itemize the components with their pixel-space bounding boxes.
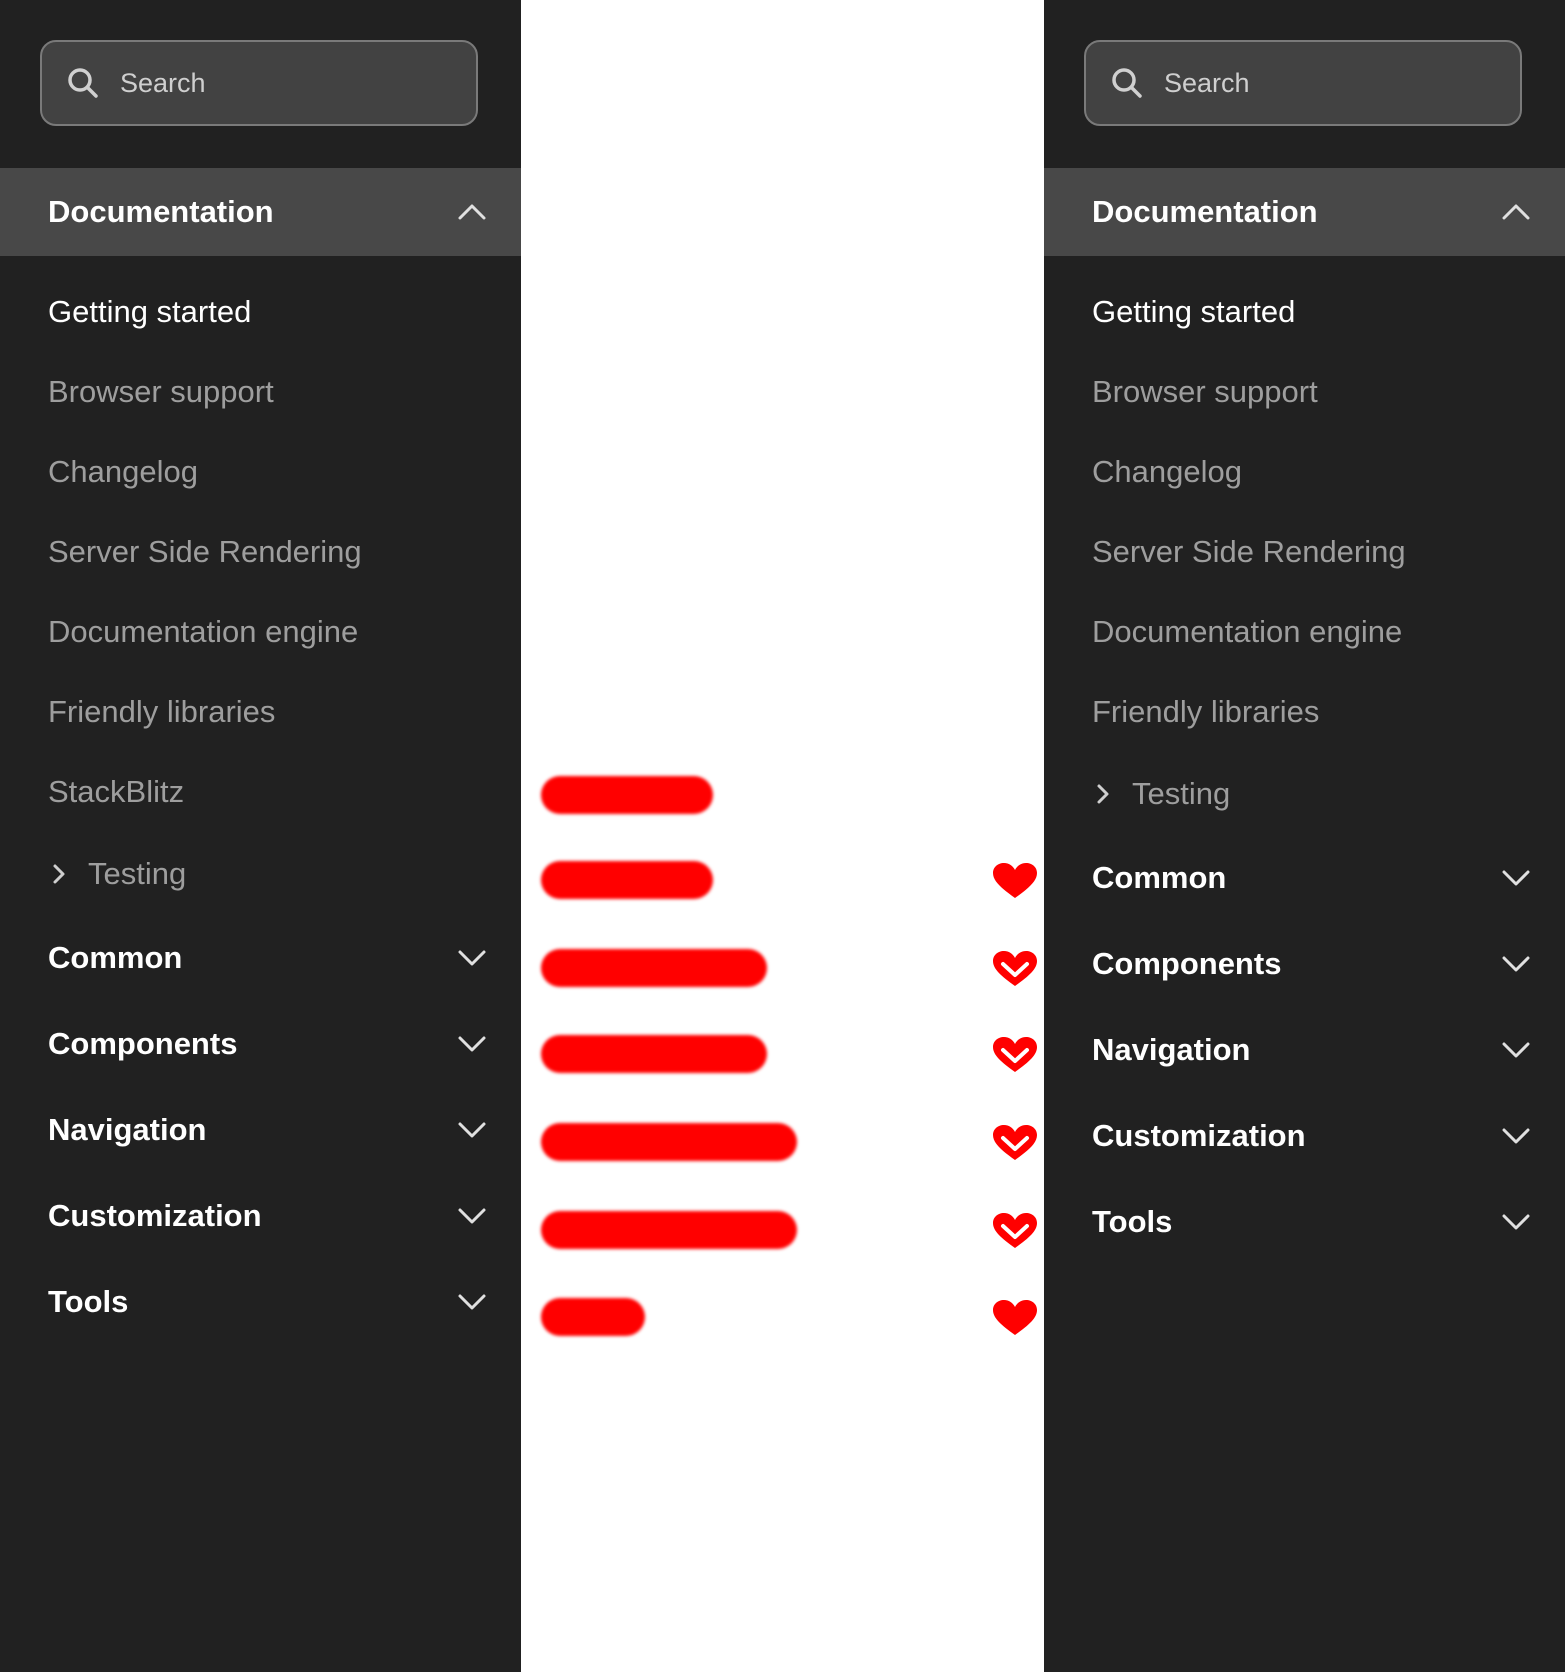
section-title: Navigation [48,1112,207,1147]
nav-item-browser-support[interactable]: Browser support [48,376,274,407]
search-input[interactable] [1164,67,1494,99]
nav-item-friendly-libraries[interactable]: Friendly libraries [48,696,275,727]
redacted-row [521,1117,1044,1167]
redacted-row [521,943,1044,993]
section-title: Customization [48,1198,262,1233]
nav-item-getting-started[interactable]: Getting started [1092,296,1295,327]
search-icon [68,68,98,98]
nav-item-server-side-rendering[interactable]: Server Side Rendering [1092,536,1406,567]
nav-item-changelog[interactable]: Changelog [1092,456,1242,487]
heart-icon[interactable] [991,1298,1039,1338]
chevron-down-icon[interactable] [1500,1120,1532,1152]
nav-item-getting-started[interactable]: Getting started [48,296,251,327]
nav-item-server-side-rendering[interactable]: Server Side Rendering [48,536,362,567]
redacted-text [541,1123,797,1161]
section-customization[interactable]: Customization [1044,1106,1565,1166]
section-navigation[interactable]: Navigation [0,1100,521,1160]
heart-icon[interactable] [991,1123,1039,1163]
chevron-up-icon[interactable] [1500,196,1532,228]
nav-item-documentation-engine[interactable]: Documentation engine [1092,616,1402,647]
section-common[interactable]: Common [1044,848,1565,908]
chevron-down-icon[interactable] [456,1028,488,1060]
nav-item-friendly-libraries[interactable]: Friendly libraries [1092,696,1319,727]
section-title: Customization [1092,1118,1306,1153]
chevron-right-icon [53,864,65,883]
middle-panel [521,0,1044,1672]
section-title: Navigation [1092,1032,1251,1067]
section-tools[interactable]: Tools [1044,1192,1565,1252]
nav-item-browser-support[interactable]: Browser support [1092,376,1318,407]
heart-icon[interactable] [991,861,1039,901]
redacted-text [541,1035,767,1073]
redacted-row [521,855,1044,905]
section-title: Components [48,1026,238,1061]
section-navigation[interactable]: Navigation [1044,1020,1565,1080]
search-field[interactable] [1084,40,1522,126]
chevron-down-icon[interactable] [456,1286,488,1318]
section-title: Documentation [48,194,274,229]
section-title: Tools [48,1284,129,1319]
heart-icon[interactable] [991,1211,1039,1251]
chevron-down-icon[interactable] [1500,948,1532,980]
chevron-down-icon[interactable] [1500,1206,1532,1238]
nav-item-stackblitz[interactable]: StackBlitz [48,776,184,807]
chevron-up-icon[interactable] [456,196,488,228]
section-documentation[interactable]: Documentation [0,168,521,256]
nav-group-testing[interactable]: Testing [1092,778,1230,809]
redacted-text [541,776,713,814]
search-input[interactable] [120,67,450,99]
section-customization[interactable]: Customization [0,1186,521,1246]
chevron-down-icon[interactable] [456,1200,488,1232]
chevron-down-icon[interactable] [1500,1034,1532,1066]
right-sidebar: Documentation Getting started Browser su… [1044,0,1565,1672]
redacted-row [521,770,1044,820]
redacted-row [521,1292,1044,1342]
section-documentation[interactable]: Documentation [1044,168,1565,256]
redacted-row [521,1029,1044,1079]
nav-item-documentation-engine[interactable]: Documentation engine [48,616,358,647]
redacted-text [541,861,713,899]
chevron-down-icon[interactable] [1500,862,1532,894]
chevron-right-icon [1097,784,1109,803]
redacted-text [541,949,767,987]
section-title: Common [1092,860,1227,895]
redacted-text [541,1298,645,1336]
chevron-down-icon[interactable] [456,942,488,974]
section-title: Common [48,940,183,975]
section-tools[interactable]: Tools [0,1272,521,1332]
section-title: Components [1092,946,1282,981]
nav-group-label: Testing [1132,776,1231,811]
nav-group-label: Testing [88,856,187,891]
section-title: Tools [1092,1204,1173,1239]
section-common[interactable]: Common [0,928,521,988]
nav-item-changelog[interactable]: Changelog [48,456,198,487]
search-field[interactable] [40,40,478,126]
redacted-row [521,1205,1044,1255]
redacted-text [541,1211,797,1249]
left-sidebar: Documentation Getting started Browser su… [0,0,521,1672]
chevron-down-icon[interactable] [456,1114,488,1146]
section-title: Documentation [1092,194,1318,229]
heart-icon[interactable] [991,949,1039,989]
section-components[interactable]: Components [1044,934,1565,994]
heart-icon[interactable] [991,1035,1039,1075]
search-icon [1112,68,1142,98]
nav-group-testing[interactable]: Testing [48,858,186,889]
section-components[interactable]: Components [0,1014,521,1074]
